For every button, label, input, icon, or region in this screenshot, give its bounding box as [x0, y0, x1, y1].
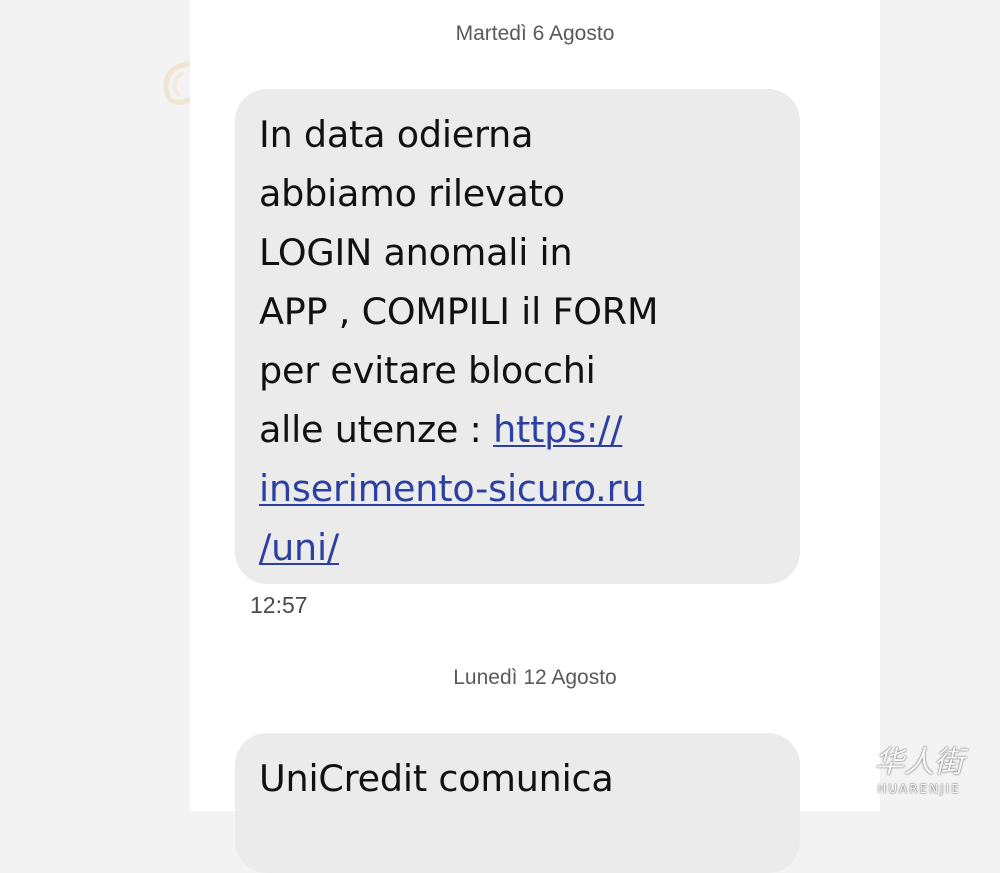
message-bubble[interactable]: UniCredit comunica [235, 733, 800, 873]
message-bubble[interactable]: In data odierna abbiamo rilevato LOGIN a… [235, 89, 800, 584]
message-text-line: alle utenze : https:// [259, 400, 782, 459]
message-text-line: per evitare blocchi [259, 349, 596, 392]
date-separator: Martedì 6 Agosto [455, 22, 615, 45]
message-text-line: UniCredit comunica [259, 757, 614, 800]
watermark-latin-text: HUARENJIE [877, 782, 961, 796]
watermark-logo: 华人街 HUARENJIE [844, 745, 994, 807]
date-separator: Lunedì 12 Agosto [453, 666, 617, 689]
message-text-line: abbiamo rilevato [259, 172, 565, 215]
message-thread[interactable]: Martedì 6 Agosto In data odierna abbiamo… [190, 0, 880, 873]
message-text-line: In data odierna [259, 113, 534, 156]
phishing-link[interactable]: inserimento-sicuro.ru [259, 467, 645, 510]
watermark-cjk-text: 华人街 [874, 745, 964, 780]
message-link-line: /uni/ [259, 518, 782, 577]
message-text-segment: alle utenze : [259, 408, 494, 451]
phishing-link[interactable]: https:// [493, 408, 622, 451]
message-link-line: inserimento-sicuro.ru [259, 459, 782, 518]
message-text-line: APP , COMPILI il FORM [259, 290, 659, 333]
phishing-link[interactable]: /uni/ [259, 526, 339, 569]
message-timestamp: 12:57 [250, 592, 308, 618]
message-text-line: LOGIN anomali in [259, 231, 573, 274]
